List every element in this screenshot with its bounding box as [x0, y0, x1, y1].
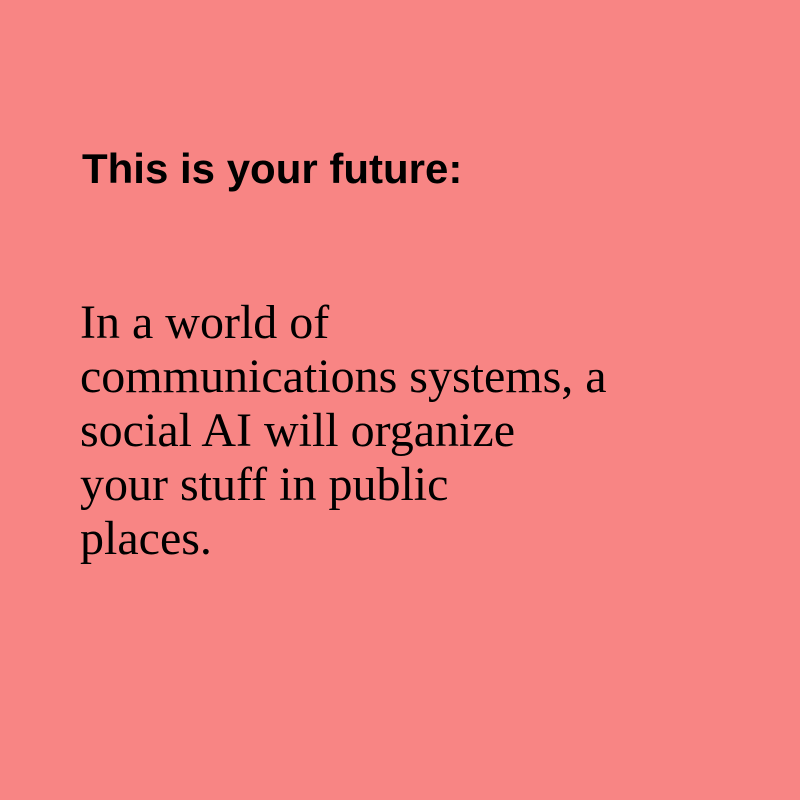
body-line: social AI will organize	[80, 404, 515, 457]
body-line: In a world of	[80, 296, 330, 349]
body-line: places.	[80, 512, 212, 565]
body-line: your stuff in public	[80, 458, 449, 511]
body-paragraph: In a world of communications systems, a …	[80, 296, 740, 566]
body-line: communications systems, a	[80, 350, 607, 403]
heading: This is your future:	[82, 145, 463, 192]
quote-card: This is your future: In a world of commu…	[0, 0, 800, 800]
